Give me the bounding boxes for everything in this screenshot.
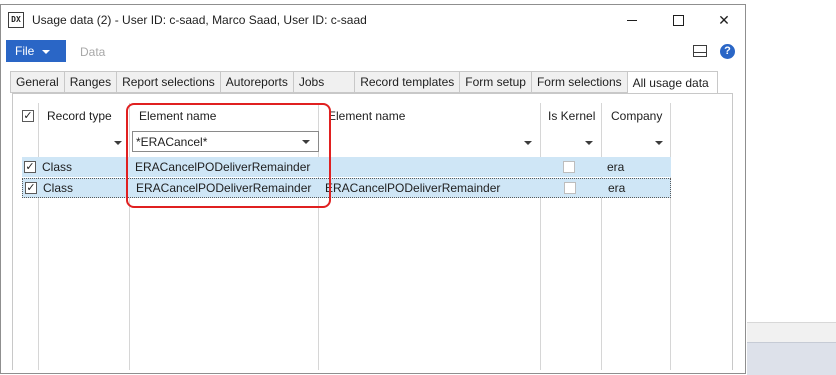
is-kernel-checkbox[interactable]	[564, 182, 576, 194]
minimize-icon	[627, 19, 637, 21]
tab-report-selections[interactable]: Report selections	[116, 71, 220, 93]
tab-autoreports[interactable]: Autoreports	[219, 71, 293, 93]
file-menu-button[interactable]: File	[6, 40, 66, 62]
tab-form-setup[interactable]: Form setup	[459, 71, 531, 93]
data-menu-item[interactable]: Data	[80, 45, 105, 59]
tab-all-usage-data[interactable]: All usage data	[626, 71, 718, 94]
close-icon: ✕	[718, 11, 730, 28]
file-menu-label: File	[15, 44, 35, 58]
is-kernel-checkbox[interactable]	[563, 161, 575, 173]
usage-data-grid: ✓ Record type Element name Element name …	[17, 103, 671, 370]
record-type-cell[interactable]: Class	[42, 157, 72, 177]
column-header-record-type[interactable]: Record type	[47, 103, 112, 128]
element-name-2-filter-dropdown-icon[interactable]	[524, 141, 532, 145]
column-header-is-kernel[interactable]: Is Kernel	[548, 103, 595, 128]
filter-row	[17, 130, 671, 154]
element-name-2-cell[interactable]: ERACancelPODeliverRemainder	[325, 179, 500, 197]
tab-record-templates[interactable]: Record templates	[354, 71, 460, 93]
grid-header: ✓ Record type Element name Element name …	[17, 103, 671, 128]
table-row[interactable]: ✓ Class ERACancelPODeliverRemainder ERAC…	[22, 178, 671, 198]
app-icon: DX	[8, 12, 24, 28]
tab-general[interactable]: General	[10, 71, 64, 93]
tab-strip: General Ranges Report selections Autorep…	[10, 71, 718, 94]
layout-icon[interactable]	[693, 45, 707, 57]
record-type-filter-dropdown-icon[interactable]	[114, 141, 122, 145]
menu-bar: File Data ?	[1, 39, 745, 65]
row-checkbox[interactable]: ✓	[24, 161, 36, 173]
minimize-button[interactable]	[609, 5, 655, 35]
record-type-cell[interactable]: Class	[43, 179, 73, 197]
column-header-company[interactable]: Company	[611, 103, 662, 128]
tab-ranges[interactable]: Ranges	[63, 71, 117, 93]
row-checkbox[interactable]: ✓	[25, 182, 37, 194]
background-window	[747, 0, 836, 375]
help-icon[interactable]: ?	[720, 44, 735, 59]
column-header-element-name-2[interactable]: Element name	[328, 103, 405, 128]
window-title: Usage data (2) - User ID: c-saad, Marco …	[32, 13, 367, 27]
background-band	[747, 322, 836, 343]
annotation-highlight-box	[126, 103, 331, 208]
maximize-icon	[672, 14, 684, 26]
company-cell[interactable]: era	[608, 179, 625, 197]
chevron-down-icon	[42, 50, 51, 54]
tab-jobs[interactable]: Jobs	[292, 71, 355, 93]
close-button[interactable]: ✕	[701, 5, 747, 35]
company-cell[interactable]: era	[607, 157, 624, 177]
table-row[interactable]: ✓ Class ERACancelPODeliverRemainder era	[22, 157, 671, 177]
background-panel	[747, 342, 836, 375]
select-all-checkbox[interactable]: ✓	[22, 110, 34, 122]
is-kernel-filter-dropdown-icon[interactable]	[585, 141, 593, 145]
company-filter-dropdown-icon[interactable]	[655, 141, 663, 145]
tab-form-selections[interactable]: Form selections	[530, 71, 627, 93]
title-bar[interactable]: DX Usage data (2) - User ID: c-saad, Mar…	[1, 5, 745, 35]
maximize-button[interactable]	[655, 5, 701, 35]
